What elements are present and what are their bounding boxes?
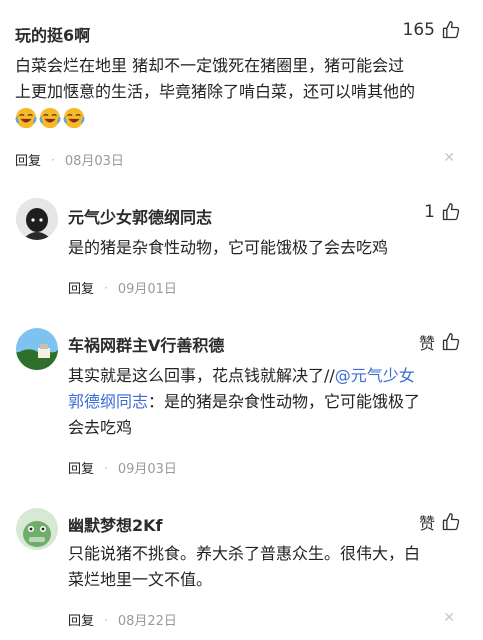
separator-dot: · [104, 460, 108, 475]
comment-username[interactable]: 玩的挺6啊 [15, 22, 90, 46]
like-button[interactable]: 赞 [419, 330, 461, 354]
comment-date: 08月03日 [64, 154, 124, 169]
separator-dot: · [51, 152, 55, 167]
mention-link[interactable]: 郭德纲同志 [68, 392, 148, 411]
reply-username[interactable]: 幽默梦想2Kf [68, 512, 163, 536]
close-icon[interactable]: ✕ [443, 610, 455, 626]
reply-button[interactable]: 回复 [15, 150, 41, 169]
reply-text: ：是的猪是杂食性动物，它可能饿极了 [148, 392, 421, 411]
like-count: 1 [424, 202, 435, 222]
separator-dot: · [104, 612, 108, 627]
close-icon[interactable]: ✕ [443, 150, 455, 166]
reply-comment: 车祸网群主V行善积德 赞 其实就是这么回事，花点钱就解决了//@元气少女 郭德纲… [0, 310, 483, 490]
reply-text-line: 菜烂地里一文不值。 [68, 570, 213, 589]
reply-meta: 回复 · 09月01日 [68, 278, 177, 298]
like-label: 赞 [418, 334, 435, 353]
reply-text-line: 其实就是这么回事，花点钱就解决了//@元气少女 [68, 364, 415, 388]
reply-text-line: 郭德纲同志：是的猪是杂食性动物，它可能饿极了 [68, 390, 420, 414]
separator-dot: · [104, 280, 108, 295]
reply-meta: 回复 · 08月22日 [68, 610, 177, 630]
laughing-crying-emoji-icon [39, 107, 61, 129]
reply-comment: 元气少女郭德纲同志 1 是的猪是杂食性动物，它可能饿极了会去吃鸡 回复 · 09… [0, 180, 483, 310]
like-button[interactable]: 165 [403, 20, 461, 40]
avatar[interactable] [16, 198, 58, 240]
thumbs-up-icon [442, 513, 460, 531]
reply-button[interactable]: 回复 [68, 278, 94, 297]
avatar-image [16, 328, 58, 370]
like-button[interactable]: 赞 [419, 510, 461, 534]
reply-button[interactable]: 回复 [68, 458, 94, 477]
avatar[interactable] [16, 328, 58, 370]
reply-date: 08月22日 [117, 614, 177, 629]
mention-link[interactable]: @元气少女 [335, 366, 415, 385]
thumbs-up-icon [442, 203, 460, 221]
reply-date: 09月03日 [117, 462, 177, 477]
comment-text-line: 上更加惬意的生活，毕竟猪除了啃白菜，还可以啃其他的 [15, 82, 416, 101]
comment-thread: 玩的挺6啊 165 白菜会烂在地里 猪却不一定饿死在猪圈里，猪可能会过 上更加惬… [0, 0, 483, 640]
comment-meta: 回复 · 08月03日 [15, 150, 124, 170]
reply-text: 其实就是这么回事，花点钱就解决了// [68, 366, 335, 385]
thumbs-up-icon [442, 21, 460, 39]
reply-text-line: 会去吃鸡 [68, 418, 133, 437]
like-count: 165 [402, 20, 435, 40]
reply-button[interactable]: 回复 [68, 610, 94, 629]
top-comment: 玩的挺6啊 165 白菜会烂在地里 猪却不一定饿死在猪圈里，猪可能会过 上更加惬… [0, 0, 483, 180]
reply-comment: 幽默梦想2Kf 赞 只能说猪不挑食。养大杀了普惠众生。很伟大，白 菜烂地里一文不… [0, 490, 483, 640]
laughing-crying-emoji-icon [15, 107, 37, 129]
laughing-crying-emoji-icon [63, 107, 85, 129]
reply-date: 09月01日 [117, 282, 177, 297]
like-button[interactable]: 1 [424, 202, 461, 222]
reply-text-line: 只能说猪不挑食。养大杀了普惠众生。很伟大，白 [68, 544, 421, 563]
like-label: 赞 [418, 514, 435, 533]
reply-meta: 回复 · 09月03日 [68, 458, 177, 478]
comment-text-line: 白菜会烂在地里 猪却不一定饿死在猪圈里，猪可能会过 [15, 56, 405, 75]
reply-text-line: 是的猪是杂食性动物，它可能饿极了会去吃鸡 [68, 238, 389, 257]
avatar-image [16, 198, 58, 240]
emoji-row [15, 107, 85, 129]
reply-username[interactable]: 车祸网群主V行善积德 [68, 332, 224, 356]
reply-username[interactable]: 元气少女郭德纲同志 [68, 204, 212, 228]
avatar[interactable] [16, 508, 58, 550]
thumbs-up-icon [442, 333, 460, 351]
avatar-image [16, 508, 58, 550]
